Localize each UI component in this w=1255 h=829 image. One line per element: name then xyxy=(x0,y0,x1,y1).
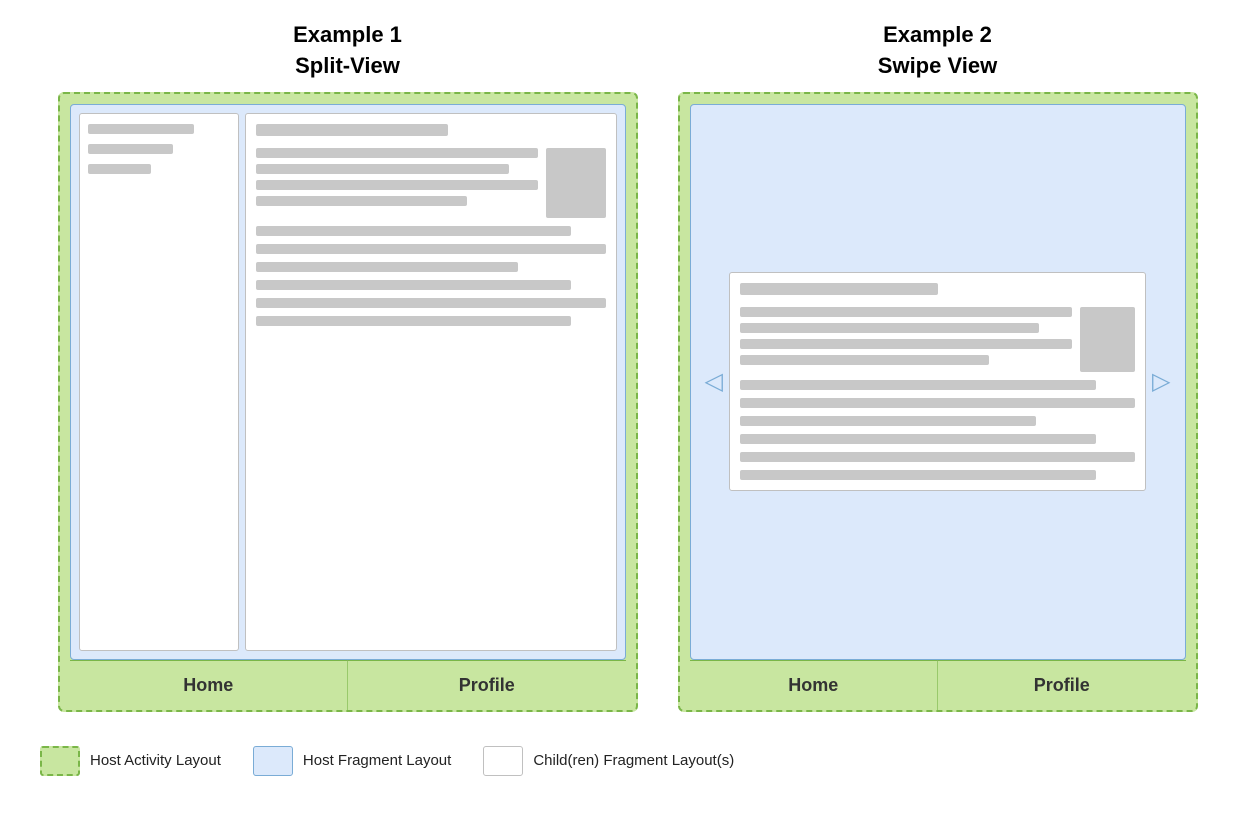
detail-bar-4 xyxy=(256,196,468,206)
detail-bar-10 xyxy=(256,316,571,326)
example1-left-panel xyxy=(79,113,239,651)
swipe-thumbnail xyxy=(1080,307,1135,372)
detail-bar-8 xyxy=(256,280,571,290)
detail-bar-5 xyxy=(256,226,571,236)
swipe-bar-9 xyxy=(740,452,1135,462)
example1-title-line2: Split-View xyxy=(295,53,400,78)
detail-bar-6 xyxy=(256,244,606,254)
example1-nav-profile[interactable]: Profile xyxy=(348,660,626,710)
example1-host-activity: Home Profile xyxy=(58,92,638,712)
swipe-detail-header xyxy=(740,307,1135,372)
example1-right-panel xyxy=(245,113,617,651)
legend-item-3: Child(ren) Fragment Layout(s) xyxy=(483,746,734,776)
swipe-detail-title-bar xyxy=(740,283,938,295)
example2-nav-home[interactable]: Home xyxy=(690,660,938,710)
legend-box-blue xyxy=(253,746,293,776)
swipe-bar-4 xyxy=(740,355,989,365)
example1-nav-divider xyxy=(347,660,348,710)
legend-label-2: Host Fragment Layout xyxy=(303,752,451,769)
swipe-bar-7 xyxy=(740,416,1036,426)
example2-host-activity: ◁ xyxy=(678,92,1198,712)
detail-bar-3 xyxy=(256,180,538,190)
example2-bottom-nav: Home Profile xyxy=(690,660,1186,710)
example1-host-fragment xyxy=(70,104,626,660)
example1-nav-home-label: Home xyxy=(183,675,233,695)
list-item-bar-1 xyxy=(88,124,195,134)
swipe-bar-10 xyxy=(740,470,1096,480)
example1-bottom-nav: Home Profile xyxy=(70,660,626,710)
example2-swipe-content xyxy=(729,272,1146,491)
swipe-bar-5 xyxy=(740,380,1096,390)
swipe-bar-3 xyxy=(740,339,1072,349)
example2-wrapper: Example 2 Swipe View ◁ xyxy=(678,20,1198,712)
swipe-bar-1 xyxy=(740,307,1072,317)
page-container: Example 1 Split-View xyxy=(20,20,1235,776)
legend-label-1: Host Activity Layout xyxy=(90,752,221,769)
legend-item-2: Host Fragment Layout xyxy=(253,746,451,776)
detail-bar-2 xyxy=(256,164,510,174)
swipe-bar-2 xyxy=(740,323,1039,333)
detail-bar-9 xyxy=(256,298,606,308)
detail-title-bar xyxy=(256,124,449,136)
example1-title: Example 1 Split-View xyxy=(293,20,402,82)
swipe-left-arrow[interactable]: ◁ xyxy=(699,367,729,396)
example2-host-fragment: ◁ xyxy=(690,104,1186,660)
swipe-bar-6 xyxy=(740,398,1135,408)
legend-box-green xyxy=(40,746,80,776)
example2-nav-profile[interactable]: Profile xyxy=(938,660,1186,710)
example1-wrapper: Example 1 Split-View xyxy=(58,20,638,712)
example1-nav-home[interactable]: Home xyxy=(70,660,348,710)
list-item-bar-2 xyxy=(88,144,173,154)
example2-title-line1: Example 2 xyxy=(883,22,992,47)
example2-nav-divider xyxy=(937,660,938,710)
legend-item-1: Host Activity Layout xyxy=(40,746,221,776)
example2-nav-profile-label: Profile xyxy=(1034,675,1090,695)
example1-title-line1: Example 1 xyxy=(293,22,402,47)
detail-header xyxy=(256,148,606,218)
example1-nav-profile-label: Profile xyxy=(459,675,515,695)
detail-thumbnail xyxy=(546,148,606,218)
legend: Host Activity Layout Host Fragment Layou… xyxy=(20,746,734,776)
example2-nav-home-label: Home xyxy=(788,675,838,695)
legend-box-white xyxy=(483,746,523,776)
detail-bar-1 xyxy=(256,148,538,158)
list-item-bar-3 xyxy=(88,164,152,174)
example2-title: Example 2 Swipe View xyxy=(878,20,997,82)
detail-bar-7 xyxy=(256,262,519,272)
legend-label-3: Child(ren) Fragment Layout(s) xyxy=(533,752,734,769)
arrow-right-icon: ▷ xyxy=(1152,367,1170,396)
arrow-left-icon: ◁ xyxy=(705,367,723,396)
examples-row: Example 1 Split-View xyxy=(20,20,1235,712)
swipe-right-arrow[interactable]: ▷ xyxy=(1146,367,1176,396)
example2-title-line2: Swipe View xyxy=(878,53,997,78)
swipe-detail-text-lines xyxy=(740,307,1072,365)
detail-text-lines xyxy=(256,148,538,206)
swipe-bar-8 xyxy=(740,434,1096,444)
